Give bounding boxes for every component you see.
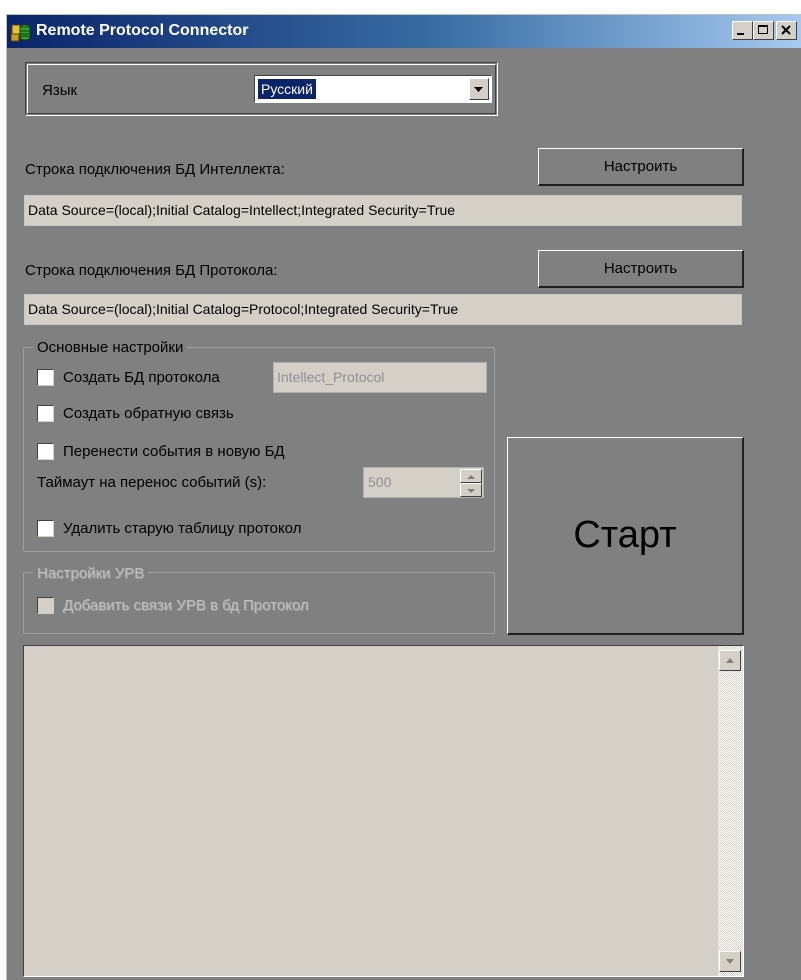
language-select[interactable]: Русский [254, 75, 492, 103]
spinner-down-button[interactable] [460, 483, 482, 497]
delete-old-checkbox[interactable] [37, 520, 54, 537]
start-button[interactable]: Старт [507, 437, 744, 635]
app-database-icon [11, 24, 31, 42]
log-textarea[interactable] [23, 645, 744, 977]
maximize-icon [758, 25, 768, 34]
arrow-down-icon [467, 489, 475, 493]
main-window: Remote Protocol Connector Язык Русский С… [6, 14, 801, 980]
scroll-down-button[interactable] [719, 951, 741, 972]
language-label: Язык [42, 82, 78, 99]
transfer-events-checkbox[interactable] [37, 443, 54, 460]
minimize-icon [737, 33, 744, 35]
title-bar[interactable]: Remote Protocol Connector [7, 15, 801, 48]
intellect-db-label: Строка подключения БД Интеллекта: [25, 161, 285, 178]
intellect-configure-button[interactable]: Настроить [538, 148, 744, 186]
add-urv-links-label[interactable]: Добавить связи УРВ в бд Протокол [63, 597, 309, 614]
protocol-connection-string[interactable]: Data Source=(local);Initial Catalog=Prot… [24, 294, 742, 325]
close-button[interactable] [776, 21, 797, 40]
language-selected-value: Русский [258, 79, 316, 99]
main-settings-title: Основные настройки [33, 339, 188, 356]
chevron-down-icon [474, 87, 483, 92]
arrow-up-icon [467, 475, 475, 479]
timeout-value: 500 [368, 474, 392, 490]
scroll-up-button[interactable] [719, 650, 741, 671]
minimize-button[interactable] [732, 21, 753, 40]
create-feedback-label[interactable]: Создать обратную связь [63, 405, 234, 422]
create-db-label[interactable]: Создать БД протокола [63, 369, 220, 386]
create-db-checkbox[interactable] [37, 369, 54, 386]
close-icon [781, 25, 791, 35]
transfer-events-label[interactable]: Перенести события в новую БД [63, 443, 285, 460]
spinner-up-button[interactable] [460, 469, 482, 483]
protocol-db-label: Строка подключения БД Протокола: [25, 262, 278, 279]
arrow-down-icon [726, 959, 734, 964]
protocol-configure-button[interactable]: Настроить [538, 250, 744, 288]
timeout-label: Таймаут на перенос событий (s): [37, 474, 267, 491]
arrow-up-icon [726, 658, 734, 663]
delete-old-label[interactable]: Удалить старую таблицу протокол [63, 520, 301, 537]
create-feedback-checkbox[interactable] [37, 405, 54, 422]
db-name-input[interactable]: Intellect_Protocol [273, 362, 487, 393]
log-scrollbar[interactable] [718, 646, 743, 976]
language-dropdown-button[interactable] [469, 78, 489, 100]
urv-settings-title: Настройки УРВ [33, 565, 149, 582]
add-urv-links-checkbox[interactable] [37, 597, 54, 614]
window-title: Remote Protocol Connector [36, 22, 249, 39]
timeout-spinner[interactable]: 500 [363, 467, 484, 498]
intellect-connection-string[interactable]: Data Source=(local);Initial Catalog=Inte… [24, 195, 742, 226]
maximize-button[interactable] [753, 21, 774, 40]
